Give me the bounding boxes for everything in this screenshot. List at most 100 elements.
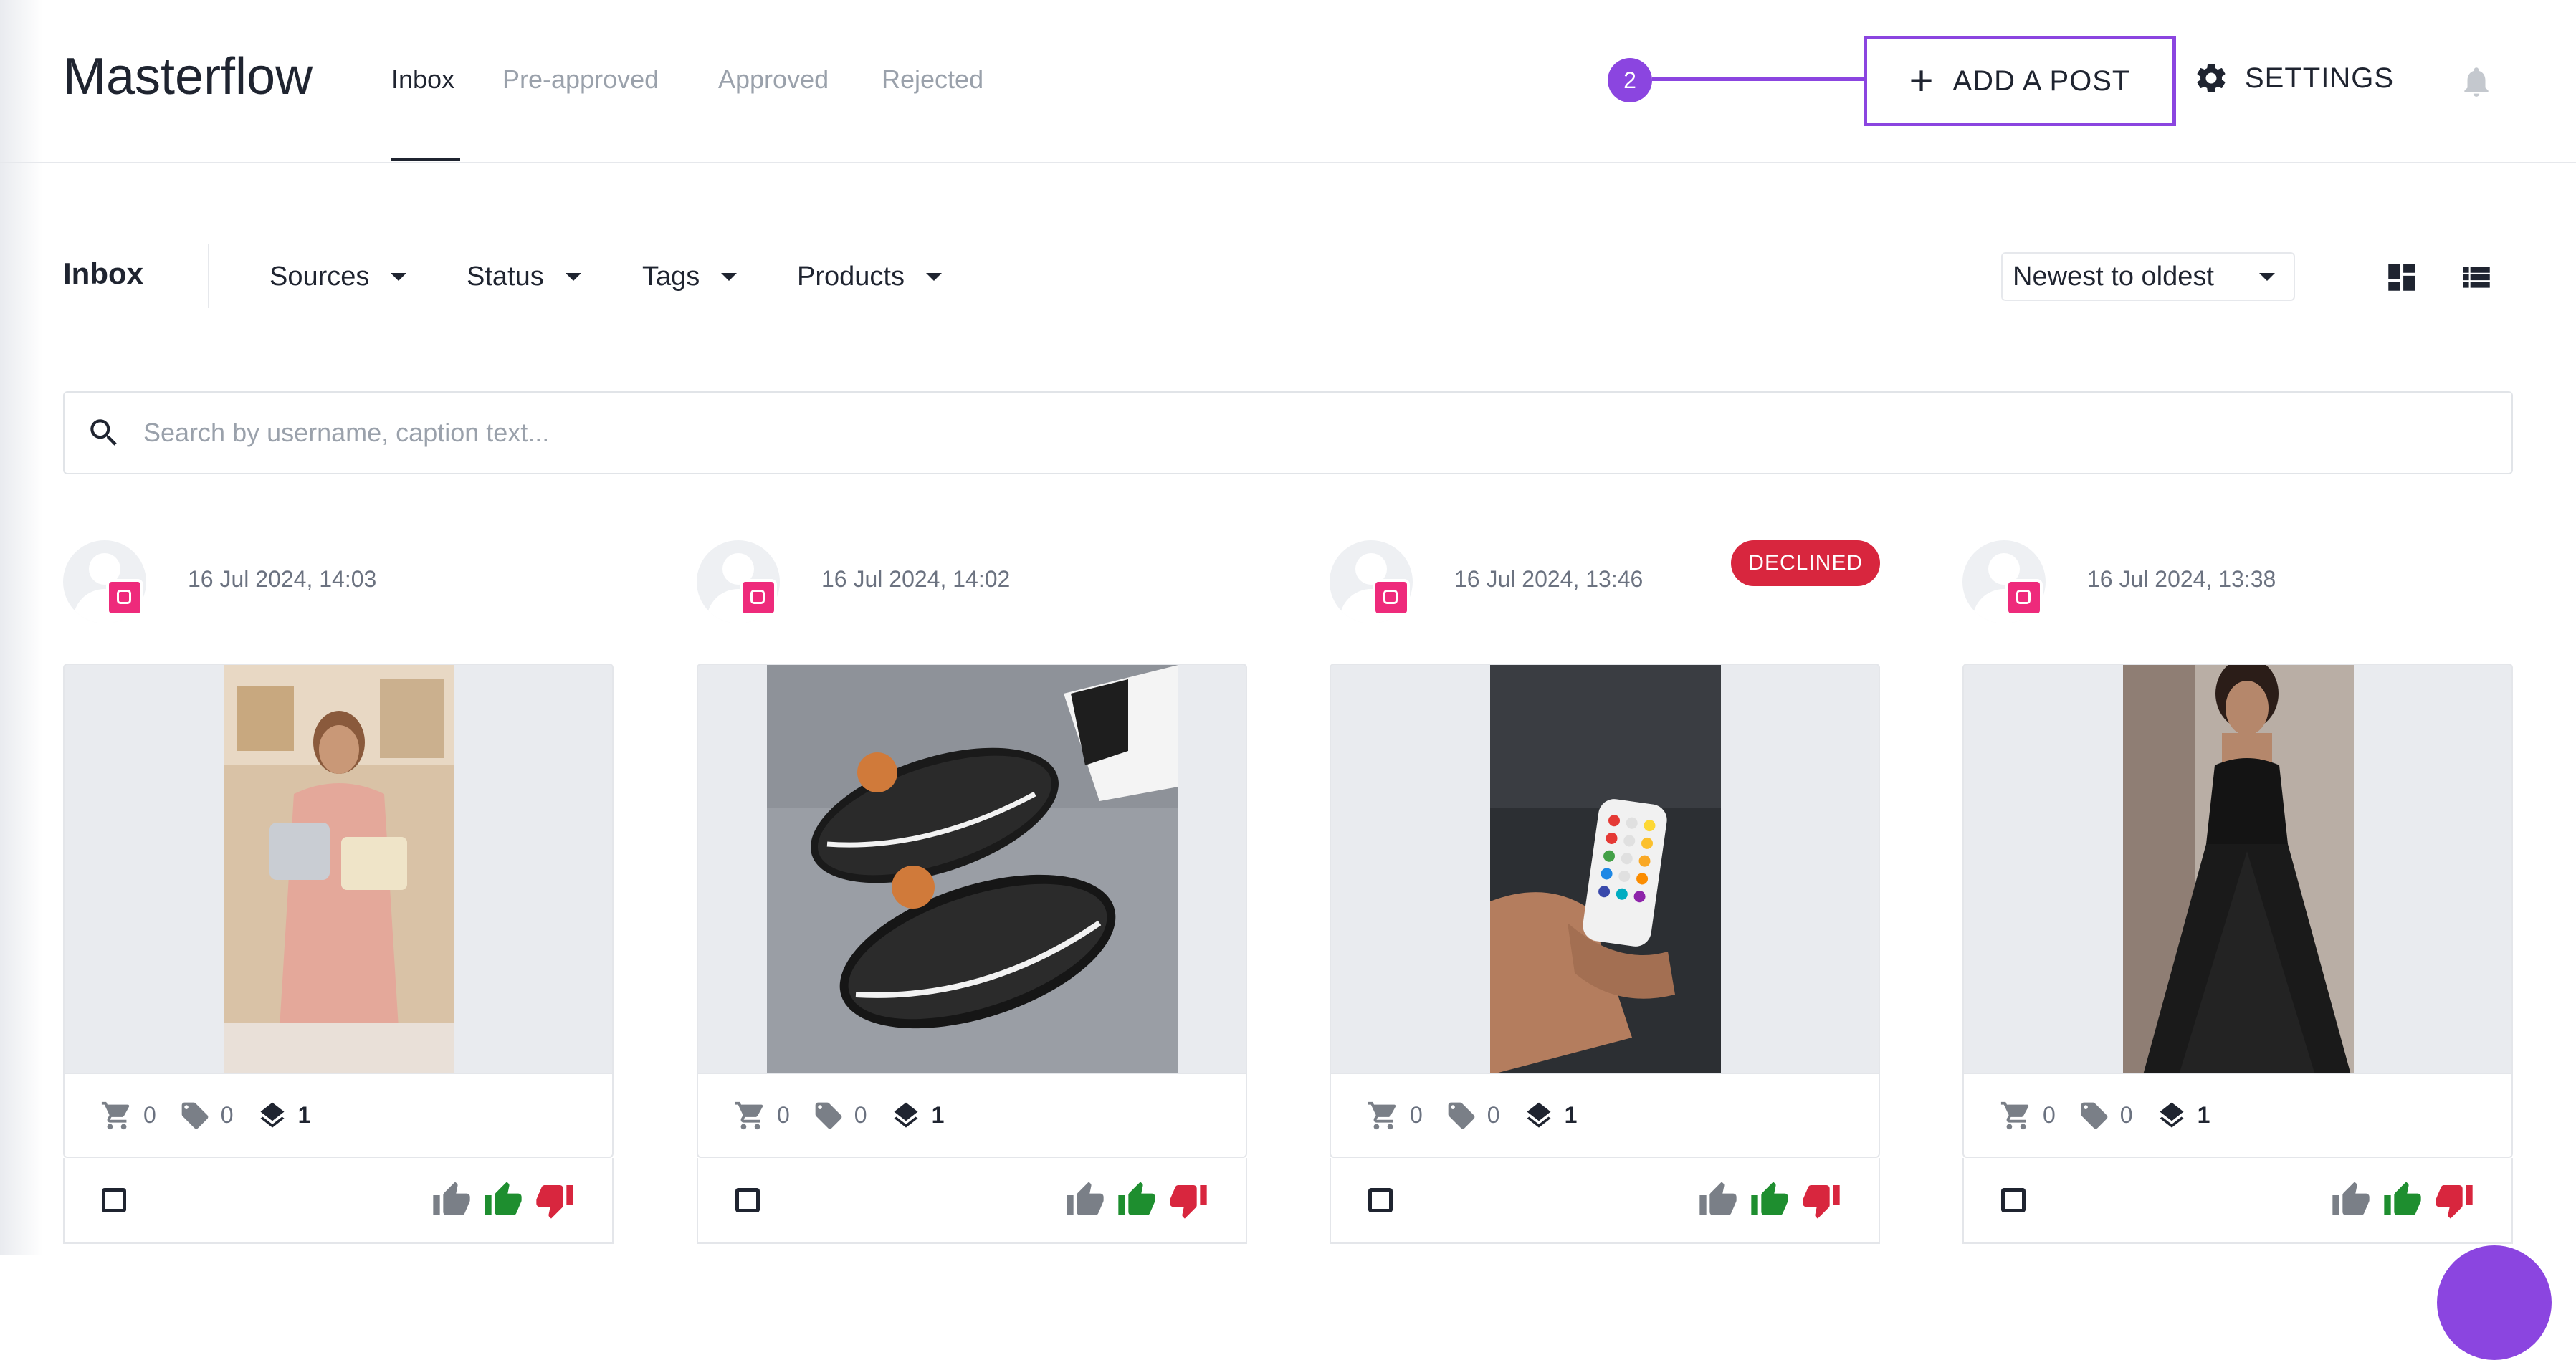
add-post-button[interactable]: + ADD A POST (1864, 36, 2176, 126)
cart-icon (101, 1101, 130, 1129)
tag-count: 0 (220, 1102, 234, 1128)
post-media[interactable] (1330, 664, 1880, 1073)
approve-icon[interactable] (483, 1180, 523, 1220)
post-date: 16 Jul 2024, 13:46 (1454, 566, 1644, 592)
search-icon (90, 419, 117, 446)
post-image (224, 665, 454, 1073)
post-stats: 0 0 1 (63, 1073, 614, 1158)
layers-icon (2160, 1102, 2184, 1128)
select-checkbox[interactable] (735, 1188, 760, 1212)
reject-icon[interactable] (1168, 1180, 1208, 1220)
section-title: Inbox (63, 257, 143, 290)
post-date: 16 Jul 2024, 14:03 (188, 566, 377, 592)
grid-view-icon[interactable] (2384, 259, 2420, 295)
filter-status[interactable]: Status (467, 262, 581, 292)
product-count: 0 (2043, 1102, 2056, 1128)
approve-icon[interactable] (1750, 1180, 1790, 1220)
tag-count: 0 (854, 1102, 867, 1128)
tag-count: 0 (1487, 1102, 1500, 1128)
post-date: 16 Jul 2024, 13:38 (2087, 566, 2276, 592)
chat-launcher-button[interactable] (2437, 1245, 2552, 1360)
filter-sources[interactable]: Sources (269, 262, 407, 292)
reject-icon[interactable] (1801, 1180, 1841, 1220)
sort-value: Newest to oldest (2013, 261, 2214, 292)
pre-approve-icon[interactable] (1065, 1180, 1105, 1220)
post-actions (63, 1158, 614, 1244)
filter-tags[interactable]: Tags (642, 262, 738, 292)
select-checkbox[interactable] (2001, 1188, 2026, 1212)
post-date: 16 Jul 2024, 14:02 (821, 566, 1011, 592)
layer-count: 1 (1564, 1102, 1578, 1128)
post-card: 16 Jul 2024, 14:02 0 0 1 (697, 537, 1247, 1255)
filter-tags-label: Tags (642, 262, 700, 292)
caret-down-icon (721, 273, 738, 281)
tab-rejected[interactable]: Rejected (882, 64, 983, 95)
select-checkbox[interactable] (102, 1188, 126, 1212)
post-stats: 0 0 1 (1962, 1073, 2513, 1158)
post-media[interactable] (1962, 664, 2513, 1073)
tab-pre-approved[interactable]: Pre-approved (502, 64, 659, 95)
filter-status-label: Status (467, 262, 544, 292)
pre-approve-icon[interactable] (2331, 1180, 2371, 1220)
notification-bell-icon[interactable] (2458, 62, 2494, 102)
cart-icon (1368, 1101, 1396, 1129)
post-image (1490, 665, 1721, 1073)
instagram-icon (2005, 579, 2043, 616)
instagram-icon (740, 579, 777, 616)
search-input[interactable] (142, 417, 2438, 449)
post-image (767, 665, 1178, 1073)
tag-icon (815, 1102, 842, 1129)
settings-button[interactable]: SETTINGS (2193, 60, 2394, 96)
product-count: 0 (777, 1102, 790, 1128)
tag-icon (1448, 1102, 1475, 1129)
tag-icon (2081, 1102, 2108, 1129)
post-card: 16 Jul 2024, 13:38 0 0 1 (1962, 537, 2513, 1255)
layers-icon (260, 1102, 285, 1128)
top-navigation-bar: Masterflow Inbox Pre-approved Approved R… (0, 0, 2576, 163)
app-brand: Masterflow (63, 48, 313, 105)
reject-icon[interactable] (535, 1180, 575, 1220)
status-badge: DECLINED (1731, 540, 1880, 586)
post-media[interactable] (63, 664, 614, 1073)
caret-down-icon (925, 273, 942, 281)
filter-divider (208, 244, 209, 308)
list-view-icon[interactable] (2458, 259, 2494, 295)
caret-down-icon (565, 273, 581, 281)
filter-products[interactable]: Products (797, 262, 942, 292)
active-tab-indicator (391, 158, 460, 161)
page-left-shade (0, 0, 43, 1255)
approve-icon[interactable] (1117, 1180, 1157, 1220)
instagram-icon (1373, 579, 1410, 616)
pre-approve-icon[interactable] (1698, 1180, 1738, 1220)
tag-count: 0 (2119, 1102, 2133, 1128)
add-post-label: ADD A POST (1952, 64, 2131, 97)
tab-approved[interactable]: Approved (718, 64, 829, 95)
post-actions (1330, 1158, 1880, 1244)
select-checkbox[interactable] (1368, 1188, 1393, 1212)
layer-count: 1 (297, 1102, 311, 1128)
tab-inbox[interactable]: Inbox (391, 64, 454, 95)
sort-select[interactable]: Newest to oldest (2001, 252, 2295, 301)
post-actions (697, 1158, 1247, 1244)
reject-icon[interactable] (2434, 1180, 2474, 1220)
filter-sources-label: Sources (269, 262, 370, 292)
pre-approve-icon[interactable] (431, 1180, 472, 1220)
product-count: 0 (143, 1102, 156, 1128)
post-card: 16 Jul 2024, 13:46 DECLINED 0 0 1 (1330, 537, 1880, 1255)
approve-icon[interactable] (2382, 1180, 2423, 1220)
post-stats: 0 0 1 (1330, 1073, 1880, 1158)
filter-products-label: Products (797, 262, 905, 292)
layer-count: 1 (2197, 1102, 2210, 1128)
post-image (2123, 665, 2354, 1073)
cart-icon (735, 1101, 763, 1129)
layers-icon (894, 1102, 918, 1128)
post-stats: 0 0 1 (697, 1073, 1247, 1158)
settings-label: SETTINGS (2245, 62, 2395, 94)
step-marker-connector (1652, 77, 1866, 81)
post-media[interactable] (697, 664, 1247, 1073)
caret-down-icon (2259, 272, 2275, 281)
post-card: 16 Jul 2024, 14:03 0 0 1 (63, 537, 614, 1255)
product-count: 0 (1410, 1102, 1423, 1128)
search-bar (63, 391, 2513, 474)
layer-count: 1 (931, 1102, 945, 1128)
